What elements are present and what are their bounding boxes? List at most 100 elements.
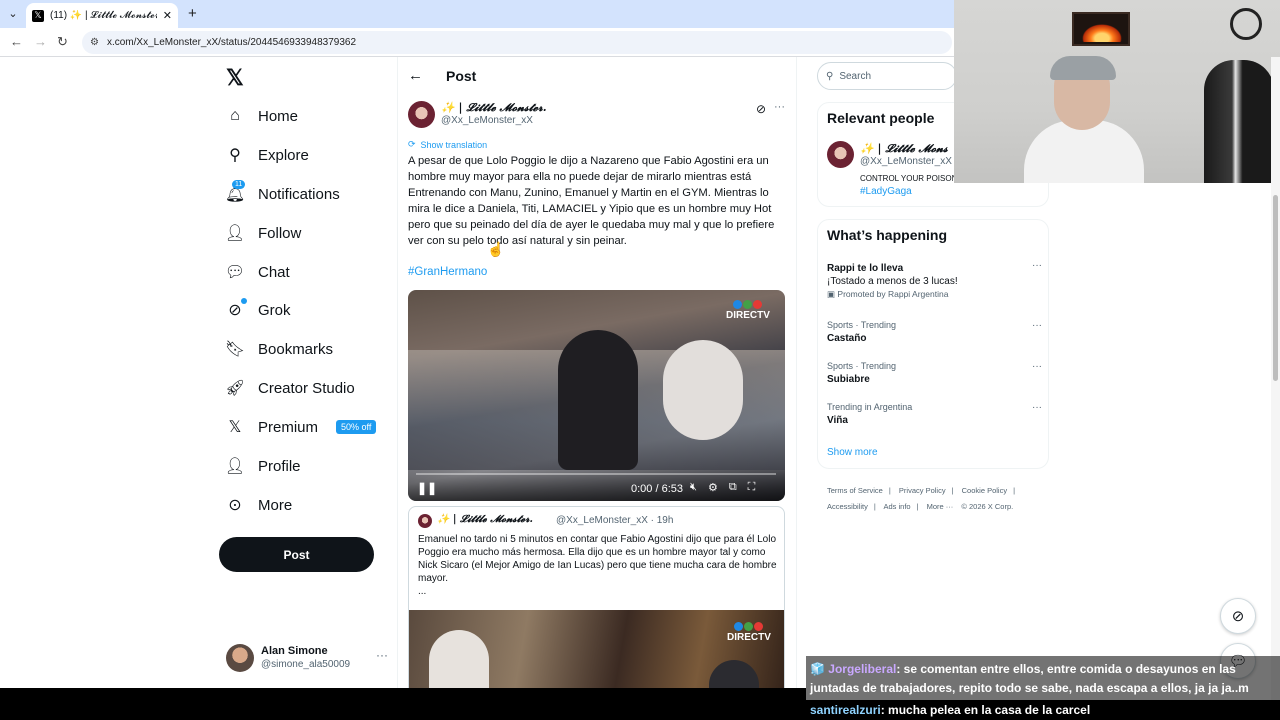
author-handle[interactable]: @Xx_LeMonster_xX bbox=[441, 115, 533, 126]
more-dots-icon[interactable]: ··· bbox=[1032, 320, 1042, 331]
trend-item[interactable]: Trending in Argentina Viña ··· bbox=[827, 402, 1042, 426]
tab-search-chevron-icon[interactable]: ⌄ bbox=[4, 4, 22, 22]
streamer-cap bbox=[1050, 56, 1116, 80]
more-dots-icon[interactable]: ··· bbox=[376, 648, 388, 662]
promoted-label: ▣ Promoted by Rappi Argentina bbox=[827, 289, 949, 299]
nav-profile[interactable]: 👤︎ Profile bbox=[225, 452, 301, 480]
author-name[interactable]: ✨ | 𝓛𝓲𝓽𝓽𝓵𝓮 𝓜𝓸𝓷𝓼𝓽𝓮𝓻. bbox=[441, 101, 547, 115]
relevant-name[interactable]: ✨ | 𝓛𝓲𝓽𝓽𝓵𝓮 𝓜𝓸𝓷𝓼 bbox=[860, 142, 948, 156]
fullscreen-icon[interactable]: ⛶ bbox=[748, 481, 756, 494]
bell-icon: 🔔︎ 11 bbox=[224, 180, 246, 203]
hashtag-link[interactable]: #GranHermano bbox=[408, 266, 487, 278]
video-progress-bar[interactable] bbox=[416, 473, 776, 475]
new-tab-icon[interactable]: + bbox=[188, 5, 197, 22]
trend-item[interactable]: Sports · Trending Castaño ··· bbox=[827, 320, 1042, 344]
trend-item[interactable]: Rappi te lo lleva ¡Tostado a menos de 3 … bbox=[827, 260, 1042, 300]
directv-logo: DIRECTV bbox=[727, 622, 771, 643]
nav-follow[interactable]: 👤︎ Follow bbox=[225, 219, 302, 247]
footer-copyright: © 2026 X Corp. bbox=[961, 502, 1014, 511]
nav-home[interactable]: ⌂ Home bbox=[226, 102, 298, 130]
more-dots-icon[interactable]: ··· bbox=[1032, 402, 1042, 413]
author-avatar[interactable] bbox=[408, 101, 435, 128]
pause-icon[interactable]: ❚❚ bbox=[417, 481, 437, 495]
trend-meta: Trending in Argentina bbox=[827, 402, 913, 412]
site-info-icon[interactable]: ⚙ bbox=[90, 37, 99, 48]
more-dots-icon[interactable]: ··· bbox=[1032, 361, 1042, 372]
footer-cookie-link[interactable]: Cookie Policy bbox=[962, 486, 1007, 495]
video-player[interactable]: DIRECTV ❚❚ 0:00 / 6:53 🔇︎ ⚙ ⧉ ⛶ bbox=[408, 290, 785, 501]
nav-notifications[interactable]: 🔔︎ 11 Notifications bbox=[224, 180, 340, 208]
more-circle-icon: ⊙ bbox=[228, 497, 242, 514]
search-icon: ⚲ bbox=[826, 70, 834, 82]
home-icon: ⌂ bbox=[230, 107, 240, 124]
close-tab-icon[interactable]: ✕ bbox=[163, 9, 172, 22]
chat-text: : mucha pelea en la casa de la carcel bbox=[880, 703, 1091, 717]
notification-count-badge: 11 bbox=[232, 180, 246, 189]
search-input[interactable]: ⚲ Search bbox=[817, 62, 957, 90]
footer-privacy-link[interactable]: Privacy Policy bbox=[899, 486, 946, 495]
nav-explore[interactable]: ⚲ Explore bbox=[226, 141, 309, 169]
nav-chat[interactable]: 💬︎ Chat bbox=[224, 258, 290, 286]
mute-icon[interactable]: 🔇︎ bbox=[690, 481, 697, 494]
x-logo-icon[interactable]: 𝕏 bbox=[226, 65, 244, 91]
account-handle: @simone_ala50009 bbox=[261, 659, 351, 670]
bookmark-icon: 🔖︎ bbox=[224, 341, 246, 358]
promoted-icon: ▣ bbox=[827, 289, 838, 299]
footer-ads-link[interactable]: Ads info bbox=[883, 502, 910, 511]
footer-accessibility-link[interactable]: Accessibility bbox=[827, 502, 868, 511]
chat-icon: 💬︎ bbox=[224, 264, 246, 281]
account-switcher[interactable]: Alan Simone @simone_ala50009 ··· bbox=[226, 642, 388, 674]
more-dots-icon[interactable]: ··· bbox=[1032, 260, 1042, 271]
nav-label: Explore bbox=[258, 146, 309, 164]
left-navigation: 𝕏 ⌂ Home ⚲ Explore 🔔︎ 11 Notifications 👤︎… bbox=[218, 57, 398, 720]
footer-separator: | bbox=[888, 486, 891, 495]
relevant-handle[interactable]: @Xx_LeMonster_xX bbox=[860, 156, 952, 167]
chat-message: 🧊 Jorgeliberal: se comentan entre ellos,… bbox=[810, 660, 1276, 698]
show-translation-link[interactable]: ⟳ Show translation bbox=[408, 139, 487, 150]
nav-label: Chat bbox=[258, 263, 290, 281]
nav-grok[interactable]: ⊘ Grok bbox=[226, 296, 291, 324]
page-scrollbar[interactable] bbox=[1271, 57, 1280, 720]
video-time: 0:00 / 6:53 bbox=[631, 483, 683, 495]
nav-bookmarks[interactable]: 🔖︎ Bookmarks bbox=[224, 335, 333, 363]
quote-text: Emanuel no tardo ni 5 minutos en contar … bbox=[418, 533, 778, 598]
back-icon[interactable]: ← bbox=[10, 34, 23, 49]
footer-terms-link[interactable]: Terms of Service bbox=[827, 486, 883, 495]
footer-separator: | bbox=[1013, 486, 1016, 495]
post-button[interactable]: Post bbox=[219, 537, 374, 572]
nav-label: Grok bbox=[258, 301, 291, 319]
nav-more[interactable]: ⊙ More bbox=[226, 491, 292, 519]
footer-separator: | bbox=[916, 502, 919, 511]
forward-icon[interactable]: → bbox=[34, 34, 47, 49]
trend-name: Castaño bbox=[827, 333, 867, 344]
relevant-hashtag-link[interactable]: #LadyGaga bbox=[860, 186, 912, 197]
show-more-link[interactable]: Show more bbox=[827, 447, 878, 458]
wall-clock-picture bbox=[1230, 8, 1262, 40]
settings-gear-icon[interactable]: ⚙ bbox=[708, 481, 718, 494]
quote-meta: @Xx_LeMonster_xX · 19h bbox=[556, 515, 674, 526]
trend-item[interactable]: Sports · Trending Subiabre ··· bbox=[827, 361, 1042, 385]
page-title: Post bbox=[446, 68, 477, 84]
webcam-overlay bbox=[954, 0, 1280, 183]
nav-premium[interactable]: 𝕏 Premium 50% off bbox=[226, 413, 377, 441]
back-arrow-icon[interactable]: ← bbox=[408, 67, 423, 84]
premium-discount-badge: 50% off bbox=[336, 420, 377, 434]
reload-icon[interactable]: ↻ bbox=[57, 34, 68, 50]
popout-icon[interactable]: ⧉ bbox=[729, 481, 737, 494]
grok-fab-icon[interactable]: ⊘ bbox=[1220, 598, 1256, 634]
relevant-bio: CONTROL YOUR POISON, bbox=[860, 174, 960, 183]
chat-username: santirealzuri bbox=[810, 703, 881, 717]
grok-icon[interactable]: ⊘ bbox=[756, 102, 766, 116]
url-field[interactable]: ⚙ x.com/Xx_LeMonster_xX/status/204454693… bbox=[82, 31, 952, 54]
nav-creator-studio[interactable]: 🚀︎ Creator Studio bbox=[225, 374, 355, 402]
more-dots-icon[interactable]: ··· bbox=[774, 101, 785, 113]
stream-chat-overlay: 🧊 Jorgeliberal: se comentan entre ellos,… bbox=[806, 656, 1280, 720]
browser-tab[interactable]: 𝕏 (11) ✨ | 𝓛𝓲𝓽𝓽𝓵𝓮 𝓜𝓸𝓷𝓼𝓽𝓮𝓻. o ✕ bbox=[26, 3, 178, 28]
footer-more-link[interactable]: More ··· bbox=[927, 502, 954, 511]
gaming-chair-picture bbox=[1204, 60, 1274, 183]
relevant-avatar[interactable] bbox=[827, 141, 854, 168]
nav-label: Profile bbox=[258, 457, 301, 475]
scrollbar-thumb[interactable] bbox=[1273, 195, 1278, 381]
video-controls: ❚❚ 0:00 / 6:53 🔇︎ ⚙ ⧉ ⛶ bbox=[408, 469, 785, 501]
x-icon: 𝕏 bbox=[228, 419, 242, 436]
